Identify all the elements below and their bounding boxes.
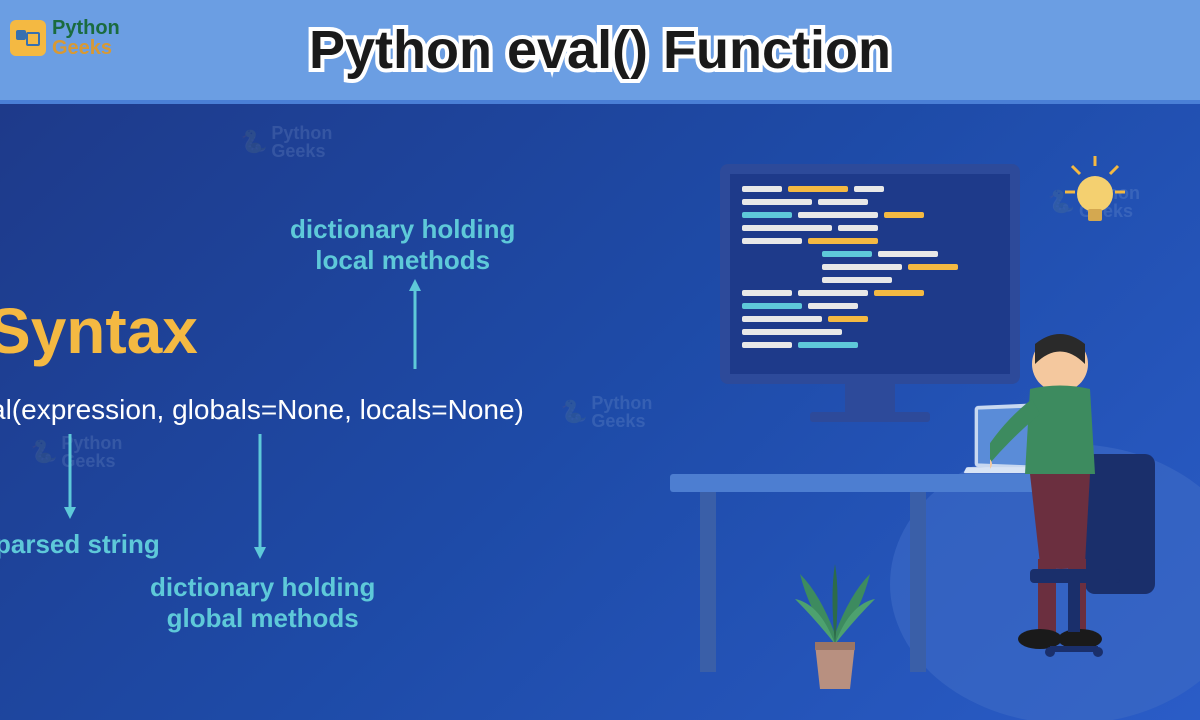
- arrow-down-icon: [250, 434, 270, 559]
- lightbulb-icon: [1060, 154, 1130, 234]
- annotation-locals: dictionary holding local methods: [290, 214, 515, 276]
- page-title: Python eval() Function: [309, 19, 891, 81]
- plant-icon: [780, 544, 890, 694]
- watermark: Python Geeks: [560, 394, 652, 430]
- syntax-code: al(expression, globals=None, locals=None…: [0, 394, 524, 426]
- syntax-heading: Syntax: [0, 294, 198, 368]
- header: Python Geeks Python eval() Function: [0, 0, 1200, 100]
- logo-text: Python Geeks: [52, 18, 120, 58]
- arrow-down-icon: [60, 434, 80, 519]
- desk-leg: [910, 492, 926, 672]
- main-content: Python Geeks Python Geeks Python Geeks P…: [0, 100, 1200, 720]
- watermark: Python Geeks: [240, 124, 332, 160]
- monitor-icon: [720, 164, 1020, 384]
- monitor-base: [810, 412, 930, 422]
- monitor-stand: [845, 384, 895, 414]
- annotation-globals: dictionary holding global methods: [150, 572, 375, 634]
- illustration: [690, 164, 1190, 664]
- desk-leg: [700, 492, 716, 672]
- arrow-up-icon: [405, 279, 425, 374]
- person-icon: [990, 314, 1170, 664]
- python-logo-icon: [10, 20, 46, 56]
- logo: Python Geeks: [10, 18, 120, 58]
- annotation-expression: parsed string: [0, 529, 160, 560]
